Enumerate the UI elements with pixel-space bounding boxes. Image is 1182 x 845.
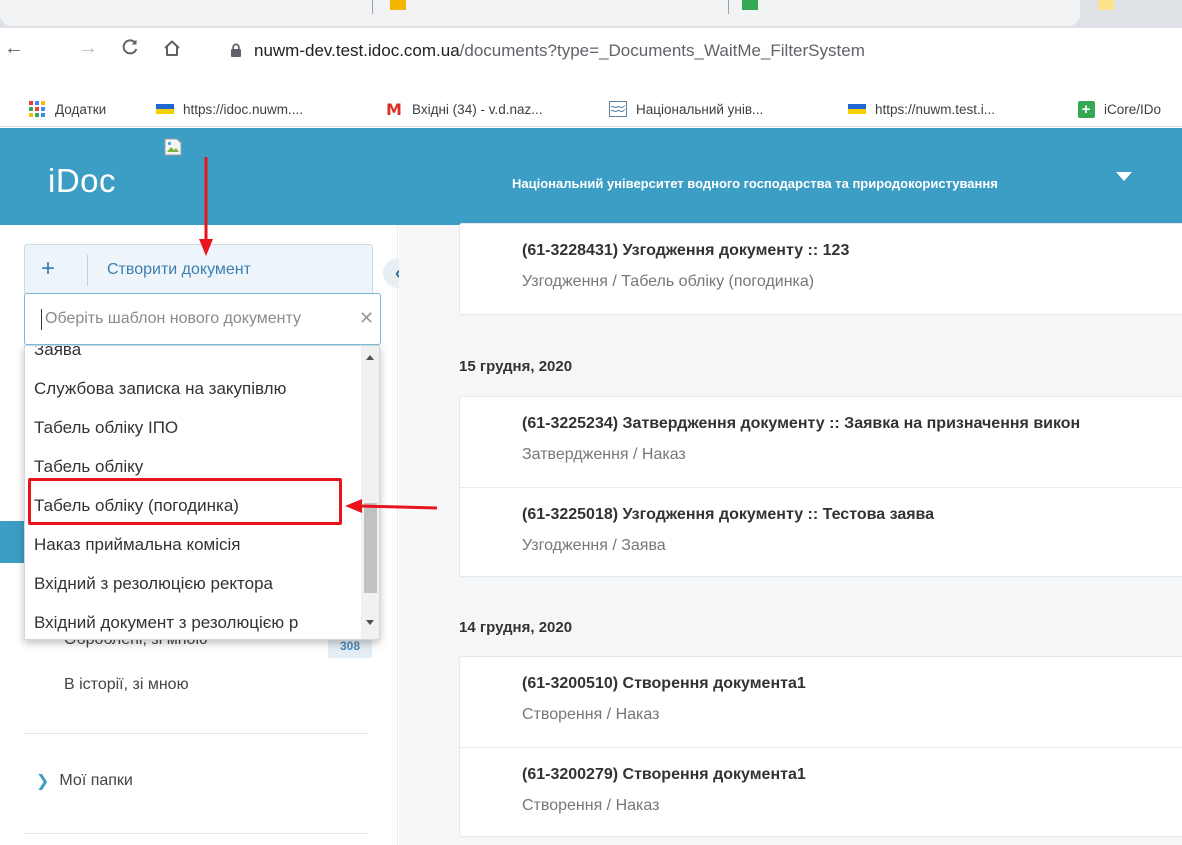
document-card: (61-3225234) Затвердження документу :: З… — [459, 396, 1182, 577]
template-search-input[interactable] — [45, 308, 358, 330]
document-row[interactable]: (61-3200279) Створення документа1 Створе… — [460, 747, 1182, 837]
document-row[interactable]: (61-3225234) Затвердження документу :: З… — [460, 397, 1182, 487]
document-title: (61-3225018) Узгодження документу :: Тес… — [522, 506, 935, 523]
clear-icon[interactable]: ✕ — [359, 308, 374, 328]
active-folder-indicator — [0, 521, 25, 563]
document-subtitle: Затвердження / Наказ — [522, 446, 686, 463]
bookmark-label: https://idoc.nuwm.... — [183, 101, 304, 117]
ukraine-flag-icon — [848, 101, 866, 117]
bookmark-icore[interactable]: + iCore/IDo — [1077, 99, 1161, 119]
template-option[interactable]: Заява — [25, 346, 361, 369]
bookmark-label: Національний унів... — [636, 101, 764, 117]
my-folders-toggle[interactable]: ❯ Мої папки — [36, 771, 133, 791]
document-title: (61-3200279) Створення документа1 — [522, 766, 806, 783]
lock-icon[interactable] — [230, 43, 242, 57]
create-document-button[interactable]: + Створити документ — [24, 244, 373, 295]
date-group-header: 15 грудня, 2020 — [459, 358, 573, 375]
bookmark-idoc[interactable]: https://idoc.nuwm.... — [156, 99, 303, 119]
bookmark-label: Вхідні (34) - v.d.naz... — [412, 101, 543, 117]
document-row[interactable]: (61-3228431) Узгодження документу :: 123… — [460, 224, 1182, 314]
tab-separator — [728, 0, 729, 14]
organization-name[interactable]: Національний університет водного господа… — [512, 176, 998, 191]
template-option[interactable]: Вхідний з резолюцією ректора — [25, 564, 361, 603]
url-path: /documents?type=_Documents_WaitMe_Filter… — [459, 41, 865, 60]
back-arrow-icon[interactable]: ← — [2, 36, 26, 60]
home-icon[interactable] — [160, 36, 184, 60]
bookmark-label: Додатки — [55, 101, 107, 117]
sidebar-divider — [24, 833, 369, 834]
template-select[interactable]: ✕ — [24, 293, 381, 345]
date-group-header: 14 грудня, 2020 — [459, 619, 573, 636]
sidebar-divider — [24, 733, 369, 734]
document-subtitle: Узгодження / Заява — [522, 537, 666, 554]
bookmark-apps[interactable]: Додатки — [28, 99, 106, 119]
apps-grid-icon — [28, 101, 46, 117]
tab-favicon-icon — [742, 0, 758, 10]
university-logo-icon — [609, 101, 627, 117]
tab-separator — [372, 0, 373, 14]
template-option[interactable]: Вхідний документ з резолюцією р — [25, 603, 361, 639]
document-title: (61-3228431) Узгодження документу :: 123 — [522, 242, 850, 259]
url-host: nuwm-dev.test.idoc.com.ua — [254, 41, 460, 60]
document-subtitle: Узгодження / Табель обліку (погодинка) — [522, 273, 815, 290]
broken-image-icon — [163, 137, 183, 157]
folder-history-with-me[interactable]: В історії, зі мною — [64, 676, 189, 694]
text-cursor — [41, 309, 42, 330]
document-subtitle: Створення / Наказ — [522, 797, 660, 814]
document-title: (61-3225234) Затвердження документу :: З… — [522, 415, 1081, 432]
template-option[interactable]: Службова записка на закупівлю — [25, 369, 361, 408]
bookmarks-bar: Додатки https://idoc.nuwm.... M Вхідні (… — [0, 90, 1182, 127]
scroll-down-arrow-icon[interactable] — [366, 620, 374, 625]
browser-toolbar: ← → nuwm-dev.test.idoc.com.ua/documents?… — [0, 28, 1182, 90]
annotation-highlight-box — [28, 478, 342, 525]
ukraine-flag-icon — [156, 101, 174, 117]
create-document-label: Створити документ — [107, 261, 251, 278]
forward-arrow-icon[interactable]: → — [76, 36, 100, 60]
my-folders-label: Мої папки — [59, 772, 133, 789]
document-list: (61-3228431) Узгодження документу :: 123… — [399, 223, 1182, 845]
document-row[interactable]: (61-3200510) Створення документа1 Створе… — [460, 657, 1182, 747]
button-divider — [87, 255, 88, 286]
template-option[interactable]: Наказ приймальна комісія — [25, 525, 361, 564]
document-card: (61-3200510) Створення документа1 Створе… — [459, 656, 1182, 837]
document-subtitle: Створення / Наказ — [522, 706, 660, 723]
plus-icon: + — [41, 255, 56, 282]
template-option[interactable]: Табель обліку ІПО — [25, 408, 361, 447]
reload-icon[interactable] — [118, 35, 142, 59]
app-logo[interactable]: iDoc — [48, 162, 116, 200]
document-title: (61-3200510) Створення документа1 — [522, 675, 806, 692]
browser-tab-strip — [0, 0, 1182, 28]
bookmark-label: iCore/IDo — [1104, 101, 1162, 117]
organization-dropdown-caret-icon[interactable] — [1116, 172, 1132, 181]
browser-tab-active[interactable] — [0, 0, 1080, 26]
tab-favicon-icon — [1098, 0, 1114, 10]
bookmark-university[interactable]: Національний унів... — [609, 99, 763, 119]
document-card: (61-3228431) Узгодження документу :: 123… — [459, 223, 1182, 315]
gmail-icon: M — [386, 99, 402, 119]
bookmark-nuwm-test[interactable]: https://nuwm.test.i... — [848, 99, 995, 119]
chevron-right-icon: ❯ — [36, 773, 50, 790]
document-row[interactable]: (61-3225018) Узгодження документу :: Тес… — [460, 487, 1182, 577]
bookmark-gmail[interactable]: M Вхідні (34) - v.d.naz... — [385, 99, 542, 119]
google-sheets-icon: + — [1077, 100, 1095, 118]
bookmark-label: https://nuwm.test.i... — [875, 101, 996, 117]
scrollbar-thumb[interactable] — [364, 503, 377, 593]
scroll-up-arrow-icon[interactable] — [366, 355, 374, 360]
app-header: iDoc Національний університет водного го… — [0, 128, 1182, 225]
tab-favicon-icon — [390, 0, 406, 10]
dropdown-scrollbar[interactable] — [361, 346, 379, 639]
address-bar[interactable]: nuwm-dev.test.idoc.com.ua/documents?type… — [254, 41, 865, 61]
